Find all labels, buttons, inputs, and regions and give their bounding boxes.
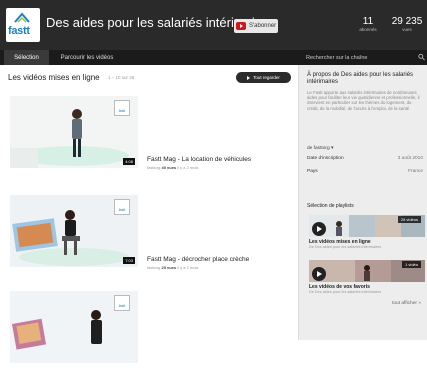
video-thumbnail[interactable]: fastt — [10, 291, 138, 363]
video-meta: fasttorg 40 vues il y a 2 mois — [147, 165, 198, 170]
video-item[interactable]: fastt 4:08 Fastt Mag - La location de vé… — [0, 96, 298, 186]
video-thumbnail[interactable]: fastt 7:03 — [10, 195, 138, 267]
fastt-badge: fastt — [114, 295, 130, 311]
video-author[interactable]: fasttorg — [147, 265, 160, 270]
views-label: vues — [402, 27, 412, 32]
subscribers-count: 11 — [362, 16, 374, 27]
search-icon[interactable] — [418, 53, 425, 61]
channel-logo[interactable]: fastt — [6, 8, 40, 42]
tab-selection[interactable]: Sélection — [4, 50, 49, 65]
section-title: Les vidéos mises en ligne — [8, 73, 100, 82]
subscribers-label: abonnés — [359, 27, 377, 32]
video-duration: 7:03 — [123, 257, 135, 264]
playlist-card[interactable]: 25 vidéos Les vidéos mises en ligne De D… — [307, 215, 425, 255]
country-label: Pays — [307, 169, 318, 174]
logo-text: fastt — [8, 25, 30, 37]
subscribers-stat: 11 abonnés — [350, 16, 386, 32]
section-range: 1 – 10 sur 25 — [108, 75, 135, 80]
video-title[interactable]: Fastt Mag - décrocher place crèche — [147, 256, 249, 263]
fastt-badge: fastt — [114, 100, 130, 116]
show-all-link[interactable]: tout afficher » — [392, 301, 421, 306]
join-date-value: 3 août 2010 — [397, 156, 423, 161]
fastt-logo-mark-icon — [14, 12, 30, 23]
fastt-badge: fastt — [114, 199, 130, 215]
video-views: 25 vues — [161, 265, 177, 270]
country-row: Pays France — [307, 169, 423, 174]
owner-link[interactable]: de fasttorg ▾ — [307, 146, 333, 151]
playlist-count: 25 vidéos — [397, 216, 421, 223]
video-item[interactable]: fastt — [0, 291, 298, 381]
playlist-subtitle: De Des aides pour les salariés intérimai… — [309, 245, 382, 249]
about-description: Le Fastt apporte aux salariés intérimair… — [307, 90, 420, 111]
tab-browse-videos[interactable]: Parcourir les vidéos — [52, 50, 122, 65]
video-meta: fasttorg 25 vues il y a 2 mois — [147, 265, 198, 270]
channel-header: fastt Des aides pour les salariés intéri… — [0, 0, 427, 50]
video-age: il y a 2 mois — [177, 265, 199, 270]
play-all-label: Tout regarder — [253, 75, 280, 80]
country-value: France — [408, 169, 423, 174]
video-author[interactable]: fasttorg — [147, 165, 160, 170]
video-views: 40 vues — [161, 165, 177, 170]
chevron-down-icon: ▾ — [331, 146, 334, 151]
playlist-subtitle: De Des aides pour les salariés intérimai… — [309, 290, 382, 294]
subscribe-button[interactable]: S'abonner — [234, 19, 278, 33]
video-title[interactable]: Fastt Mag - La location de véhicules — [147, 156, 251, 163]
channel-nav: Sélection Parcourir les vidéos — [0, 50, 427, 65]
subscribe-label: S'abonner — [249, 23, 277, 29]
video-thumbnail[interactable]: fastt 4:08 — [10, 96, 138, 168]
views-stat: 29 235 vues — [388, 16, 426, 32]
video-age: il y a 2 mois — [177, 165, 199, 170]
youtube-icon — [236, 22, 246, 30]
views-count: 29 235 — [391, 16, 423, 27]
playlist-count: 1 vidéo — [402, 261, 421, 268]
play-icon — [247, 75, 251, 80]
channel-search-input[interactable] — [300, 52, 427, 63]
video-item[interactable]: fastt 7:03 Fastt Mag - décrocher place c… — [0, 195, 298, 285]
join-date-label: Date d'inscription — [307, 156, 344, 161]
join-date-row: Date d'inscription 3 août 2010 — [307, 156, 423, 161]
playlists-heading: Sélection de playlists — [307, 203, 354, 209]
owner-name[interactable]: de fasttorg — [307, 146, 330, 151]
playlist-card[interactable]: 1 vidéo Les vidéos de vos favoris De Des… — [307, 260, 425, 300]
channel-sidebar: À propos de Des aides pour les salariés … — [298, 65, 427, 340]
about-title: À propos de Des aides pour les salariés … — [307, 72, 414, 85]
play-all-button[interactable]: Tout regarder — [236, 72, 291, 83]
video-duration: 4:08 — [123, 158, 135, 165]
uploads-section: Les vidéos mises en ligne 1 – 10 sur 25 … — [0, 65, 298, 363]
